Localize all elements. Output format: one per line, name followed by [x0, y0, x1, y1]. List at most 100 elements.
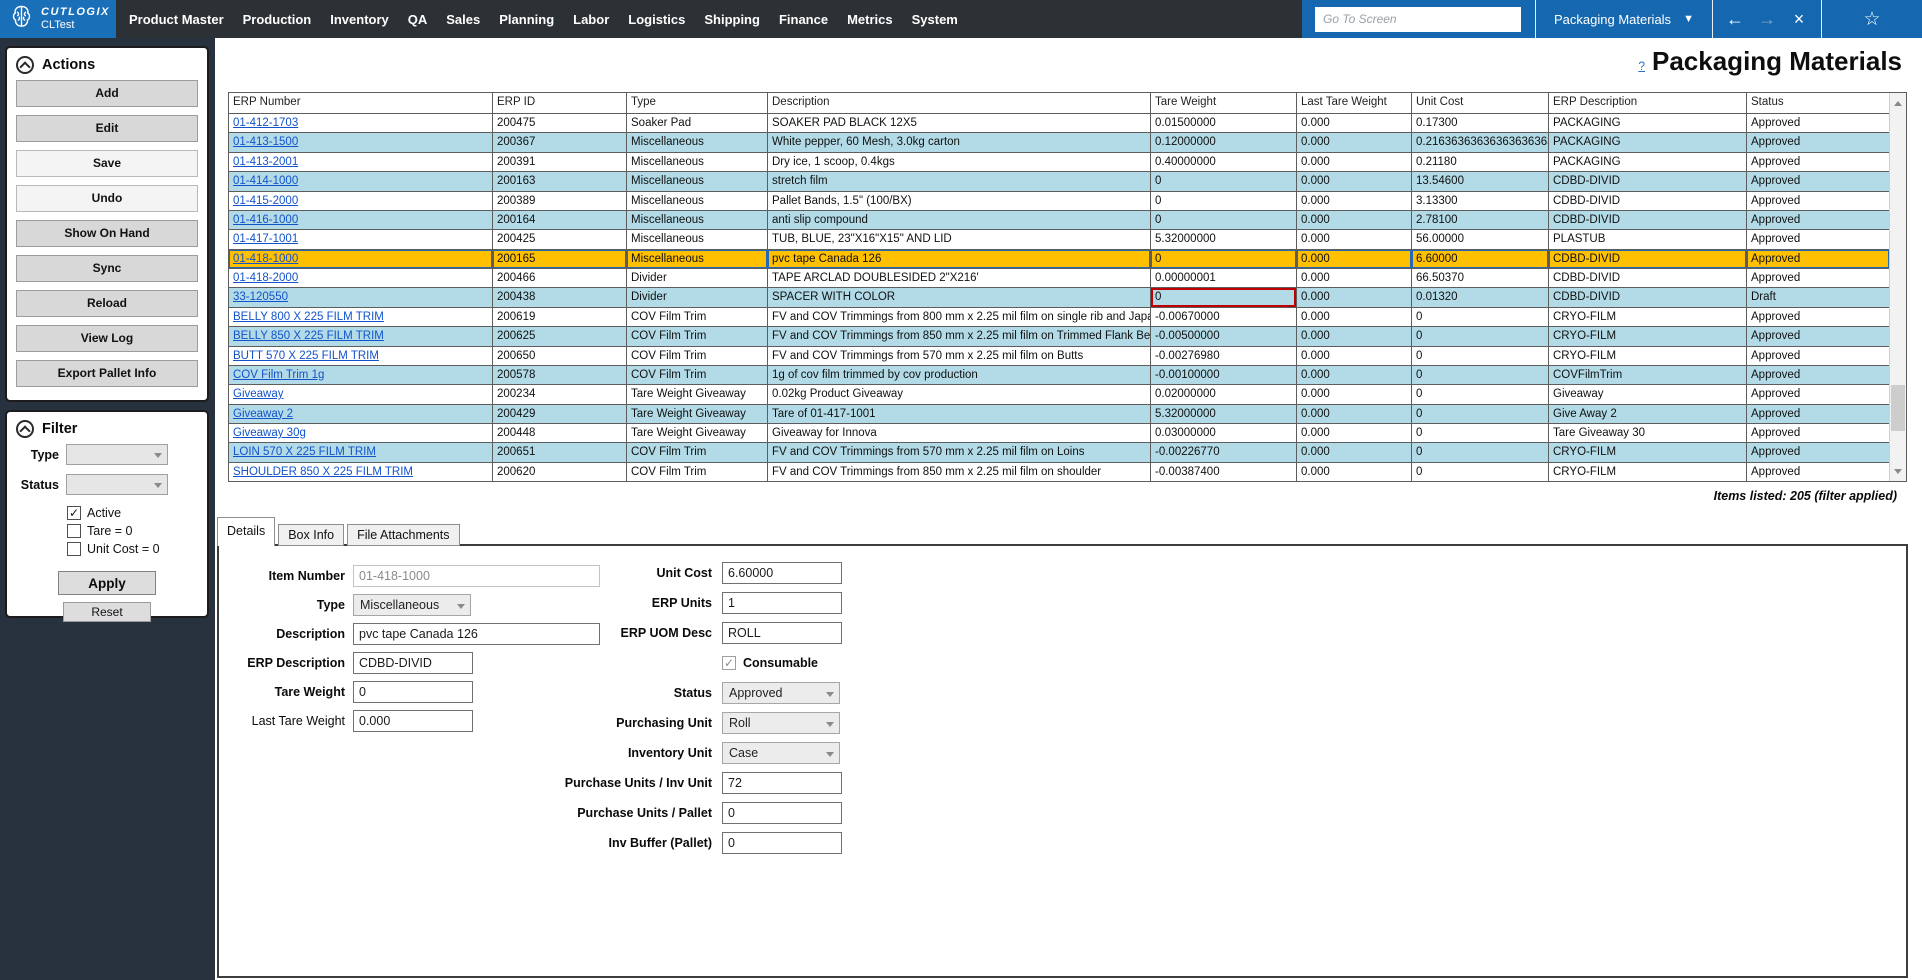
menu-item-metrics[interactable]: Metrics	[847, 12, 893, 27]
erp-description-input[interactable]: CDBD-DIVID	[353, 652, 473, 674]
unit-cost-0-checkbox[interactable]	[67, 541, 81, 556]
erp-id-cell[interactable]: 200578	[493, 365, 627, 385]
menu-item-logistics[interactable]: Logistics	[628, 12, 685, 27]
tab-box-info[interactable]: Box Info	[278, 524, 345, 546]
tare-weight-cell[interactable]: 5.32000000	[1151, 404, 1297, 423]
erp-number-link[interactable]: 01-412-1703	[233, 117, 298, 129]
scrollbar-thumb[interactable]	[1891, 385, 1905, 431]
table-row[interactable]: 01-414-1000 200163 Miscellaneous stretch fi…	[229, 172, 1889, 192]
type-cell[interactable]: COV Film Trim	[627, 307, 768, 327]
table-row[interactable]: 01-417-1001 200425 Miscellaneous TUB, BLUE,…	[229, 230, 1889, 250]
status-cell[interactable]: Approved	[1747, 405, 1889, 423]
tare-weight-cell[interactable]: -0.00670000	[1151, 307, 1297, 327]
last-tare-weight-cell[interactable]: 0.000	[1297, 404, 1412, 423]
purchasing-unit-select[interactable]: Roll	[722, 712, 840, 734]
erp-uom-desc-input[interactable]: ROLL	[722, 622, 842, 644]
action-button-save[interactable]: Save	[16, 150, 198, 177]
type-cell[interactable]: COV Film Trim	[627, 327, 768, 346]
erp-units-input[interactable]: 1	[722, 592, 842, 614]
favorite-star-icon[interactable]: ☆	[1863, 8, 1880, 31]
description-cell[interactable]: TAPE ARCLAD DOUBLESIDED 2"X216'	[768, 269, 1151, 288]
tare-weight-cell[interactable]: 0	[1151, 172, 1297, 191]
back-icon[interactable]: ←	[1719, 0, 1751, 38]
table-row[interactable]: 01-413-2001 200391 Miscellaneous Dry ice, 1…	[229, 152, 1889, 173]
erp-number-link[interactable]: LOIN 570 X 225 FILM TRIM	[233, 446, 376, 458]
inv-buffer-pallet-input[interactable]: 0	[722, 832, 842, 854]
tare-weight-cell[interactable]: 0	[1151, 191, 1297, 210]
erp-number-cell[interactable]: 01-413-2001	[229, 152, 493, 172]
table-row[interactable]: Giveaway 200234 Tare Weight Giveaway 0.02kg…	[229, 385, 1889, 405]
purchase-units-pallet-input[interactable]: 0	[722, 802, 842, 824]
menu-item-finance[interactable]: Finance	[779, 12, 828, 27]
go-to-screen-input[interactable]	[1315, 6, 1521, 32]
help-link[interactable]: ?	[1638, 59, 1645, 73]
status-cell[interactable]: Approved	[1747, 250, 1889, 268]
type-cell[interactable]: Miscellaneous	[627, 191, 768, 210]
last-tare-weight-cell[interactable]: 0.000	[1297, 191, 1412, 210]
unit-cost-cell[interactable]: 3.13300	[1412, 191, 1549, 210]
description-cell[interactable]: stretch film	[768, 172, 1151, 191]
description-cell[interactable]: pvc tape Canada 126	[768, 249, 1151, 268]
erp-number-cell[interactable]: 01-415-2000	[229, 191, 493, 210]
erp-number-link[interactable]: Giveaway 30g	[233, 427, 306, 439]
erp-number-cell[interactable]: BUTT 570 X 225 FILM TRIM	[229, 346, 493, 365]
erp-id-cell[interactable]: 200367	[493, 133, 627, 152]
erp-description-cell[interactable]: Tare Giveaway 30	[1549, 424, 1747, 443]
erp-description-cell[interactable]: CRYO-FILM	[1549, 462, 1747, 481]
forward-icon[interactable]: →	[1751, 0, 1783, 38]
type-cell[interactable]: COV Film Trim	[627, 346, 768, 365]
erp-description-cell[interactable]: Giveaway	[1549, 385, 1747, 404]
type-cell[interactable]: Miscellaneous	[627, 172, 768, 191]
scroll-up-icon[interactable]	[1890, 95, 1906, 111]
status-cell[interactable]: Approved	[1747, 192, 1889, 210]
erp-number-link[interactable]: 01-413-2001	[233, 156, 298, 168]
erp-description-cell[interactable]: CDBD-DIVID	[1549, 210, 1747, 230]
erp-description-cell[interactable]: Give Away 2	[1549, 404, 1747, 423]
last-tare-weight-cell[interactable]: 0.000	[1297, 424, 1412, 443]
erp-number-cell[interactable]: 01-414-1000	[229, 172, 493, 191]
description-cell[interactable]: SOAKER PAD BLACK 12X5	[768, 114, 1151, 133]
action-button-view-log[interactable]: View Log	[16, 325, 198, 352]
table-row[interactable]: BUTT 570 X 225 FILM TRIM 200650 COV Film T…	[229, 346, 1889, 366]
table-row[interactable]: 01-412-1703 200475 Soaker Pad SOAKER PAD BL…	[229, 114, 1889, 134]
status-cell[interactable]: Approved	[1747, 153, 1889, 171]
erp-id-cell[interactable]: 200466	[493, 269, 627, 288]
collapse-chevron-up-icon[interactable]	[16, 420, 34, 438]
type-cell[interactable]: COV Film Trim	[627, 365, 768, 385]
tare-weight-cell[interactable]: 0	[1151, 249, 1297, 268]
active-checkbox[interactable]: ✓	[67, 505, 81, 520]
close-icon[interactable]: ×	[1783, 0, 1815, 38]
erp-id-cell[interactable]: 200234	[493, 385, 627, 404]
erp-id-cell[interactable]: 200164	[493, 210, 627, 230]
erp-id-cell[interactable]: 200620	[493, 462, 627, 481]
action-button-reload[interactable]: Reload	[16, 290, 198, 317]
description-cell[interactable]: White pepper, 60 Mesh, 3.0kg carton	[768, 133, 1151, 152]
description-cell[interactable]: 1g of cov film trimmed by cov production	[768, 365, 1151, 385]
unit-cost-cell[interactable]: 56.00000	[1412, 230, 1549, 249]
table-row[interactable]: 01-418-2000 200466 Divider TAPE ARCLAD DOUB…	[229, 269, 1889, 289]
tare-weight-cell[interactable]: -0.00100000	[1151, 365, 1297, 385]
tare-weight-cell[interactable]: 0	[1151, 288, 1297, 307]
consumable-checkbox[interactable]: ✓	[722, 656, 736, 670]
tare-weight-cell[interactable]: -0.00500000	[1151, 327, 1297, 346]
table-row[interactable]: 01-418-1000 200165 Miscellaneous pvc tape C…	[229, 249, 1889, 269]
status-cell[interactable]: Approved	[1747, 269, 1889, 287]
table-row[interactable]: COV Film Trim 1g 200578 COV Film Trim 1g of…	[229, 365, 1889, 386]
erp-description-cell[interactable]: CRYO-FILM	[1549, 307, 1747, 327]
action-button-export-pallet-info[interactable]: Export Pallet Info	[16, 360, 198, 387]
last-tare-weight-cell[interactable]: 0.000	[1297, 133, 1412, 152]
erp-id-cell[interactable]: 200651	[493, 443, 627, 462]
table-row[interactable]: 01-413-1500 200367 Miscellaneous White pepp…	[229, 133, 1889, 153]
erp-number-link[interactable]: BUTT 570 X 225 FILM TRIM	[233, 350, 379, 362]
erp-description-cell[interactable]: CRYO-FILM	[1549, 327, 1747, 346]
unit-cost-cell[interactable]: 0.17300	[1412, 114, 1549, 133]
unit-cost-cell[interactable]: 0.21180	[1412, 152, 1549, 172]
erp-number-link[interactable]: 01-415-2000	[233, 195, 298, 207]
type-filter-select[interactable]	[66, 444, 168, 465]
status-cell[interactable]: Approved	[1747, 230, 1889, 248]
tare-weight-cell[interactable]: 0.01500000	[1151, 114, 1297, 133]
collapse-chevron-up-icon[interactable]	[16, 56, 34, 74]
tare-weight-cell[interactable]: -0.00276980	[1151, 346, 1297, 365]
description-cell[interactable]: FV and COV Trimmings from 800 mm x 2.25 …	[768, 307, 1151, 327]
tare-weight-cell[interactable]: 5.32000000	[1151, 230, 1297, 249]
